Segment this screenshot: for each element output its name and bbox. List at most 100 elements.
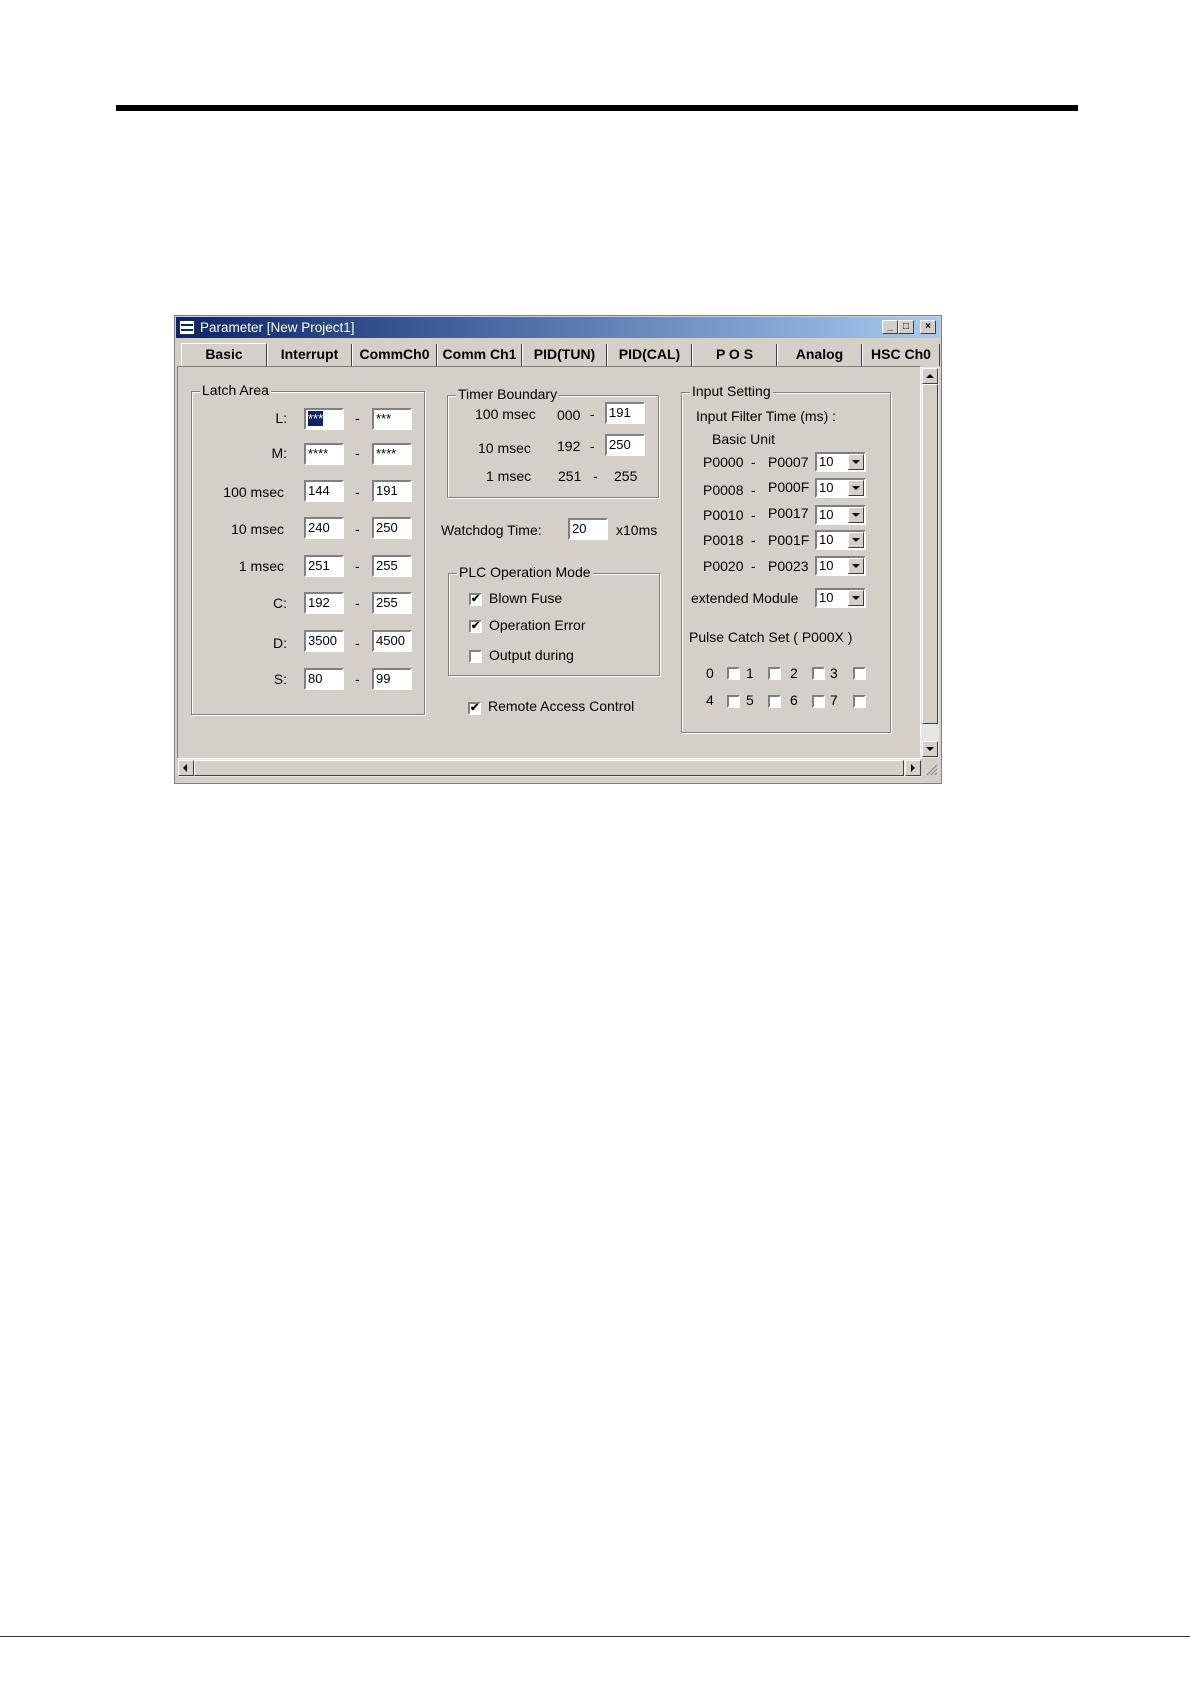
tab-analog[interactable]: Analog [777, 344, 862, 366]
tab-commch0[interactable]: CommCh0 [352, 344, 437, 366]
range-dash: - [751, 507, 756, 523]
latch-s-from[interactable]: 80 [304, 668, 344, 690]
latch-label-1msec: 1 msec [238, 558, 284, 574]
latch-100msec-from[interactable]: 144 [304, 480, 344, 502]
vertical-scroll-thumb[interactable] [922, 384, 938, 724]
filter-time-select-p0018[interactable]: 10 [815, 530, 866, 550]
output-during-checkbox[interactable] [469, 650, 482, 663]
latch-label-10msec: 10 msec [231, 521, 284, 537]
timer-100msec-end[interactable]: 191 [605, 402, 645, 424]
timer-100msec-start: 000 [557, 407, 581, 423]
app-icon[interactable] [179, 320, 195, 335]
operation-error-checkbox[interactable]: ✔ [469, 620, 482, 633]
latch-dash: - [355, 635, 360, 651]
filter-time-select-p0020[interactable]: 10 [815, 556, 866, 576]
scroll-right-button[interactable] [905, 760, 921, 776]
tab-pos[interactable]: P O S [692, 344, 777, 366]
latch-m-from[interactable]: **** [304, 443, 344, 465]
operation-error-label: Operation Error [489, 617, 586, 633]
vertical-scrollbar[interactable] [921, 367, 939, 758]
latch-l-from[interactable]: *** [304, 408, 344, 430]
watchdog-input[interactable]: 20 [568, 518, 608, 540]
latch-c-to[interactable]: 255 [372, 592, 412, 614]
scroll-down-button[interactable] [922, 741, 938, 757]
chevron-down-icon[interactable] [848, 507, 864, 523]
latch-label-m: M: [271, 445, 287, 461]
latch-m-to[interactable]: **** [372, 443, 412, 465]
scroll-left-button[interactable] [178, 760, 194, 776]
range-to: P0007 [768, 454, 809, 470]
page-top-rule [116, 105, 1078, 111]
range-from: P0008 [703, 482, 744, 498]
latch-1msec-to[interactable]: 255 [372, 555, 412, 577]
pulse-bit-0-checkbox[interactable] [727, 667, 740, 680]
scroll-up-button[interactable] [922, 368, 938, 384]
latch-10msec-from[interactable]: 240 [304, 517, 344, 539]
latch-dash: - [355, 595, 360, 611]
latch-label-s: S: [273, 671, 287, 687]
pulse-bit-label: 6 [790, 692, 798, 708]
extended-module-select[interactable]: 10 [815, 588, 866, 608]
watchdog-unit: x10ms [616, 522, 658, 538]
timer-dash: - [590, 438, 595, 454]
timer-label-1msec: 1 msec [486, 468, 532, 484]
tab-basic[interactable]: Basic [181, 343, 267, 367]
input-setting-title: Input Setting [690, 383, 773, 399]
latch-d-to[interactable]: 4500 [372, 630, 412, 652]
pulse-bit-1-checkbox[interactable] [768, 667, 781, 680]
chevron-down-icon[interactable] [848, 454, 864, 470]
basic-tab-panel: Latch Area L: *** - *** M: **** - **** 1… [177, 366, 921, 759]
tab-commch1[interactable]: Comm Ch1 [437, 344, 522, 366]
timer-10msec-end[interactable]: 250 [605, 434, 645, 456]
filter-time-select-p0008[interactable]: 10 [815, 478, 866, 498]
range-dash: - [751, 482, 756, 498]
timer-label-10msec: 10 msec [478, 440, 531, 456]
pulse-bit-5-checkbox[interactable] [768, 695, 781, 708]
filter-time-select-p0000[interactable]: 10 [815, 452, 866, 472]
timer-boundary-group: Timer Boundary 100 msec 000 - 191 10 mse… [447, 386, 659, 498]
latch-dash: - [355, 410, 360, 426]
pulse-bit-7-checkbox[interactable] [853, 695, 866, 708]
pulse-bit-3-checkbox[interactable] [853, 667, 866, 680]
filter-time-select-p0010[interactable]: 10 [815, 505, 866, 525]
remote-access-checkbox[interactable]: ✔ [468, 702, 481, 715]
pulse-bit-2-checkbox[interactable] [812, 667, 825, 680]
latch-label-100msec: 100 msec [223, 484, 284, 500]
latch-dash: - [355, 671, 360, 687]
chevron-down-icon[interactable] [848, 480, 864, 496]
remote-access-label: Remote Access Control [488, 698, 635, 714]
timer-10msec-start: 192 [557, 438, 581, 454]
chevron-down-icon[interactable] [848, 590, 864, 606]
latch-c-from[interactable]: 192 [304, 592, 344, 614]
latch-l-to[interactable]: *** [372, 408, 412, 430]
latch-dash: - [355, 484, 360, 500]
horizontal-scrollbar[interactable] [178, 759, 921, 777]
maximize-button[interactable]: □ [898, 320, 914, 334]
blown-fuse-checkbox[interactable]: ✔ [469, 593, 482, 606]
latch-100msec-to[interactable]: 191 [372, 480, 412, 502]
resize-grip-icon[interactable] [921, 759, 939, 777]
tab-interrupt[interactable]: Interrupt [267, 344, 352, 366]
tab-hsc-ch0[interactable]: HSC Ch0 [862, 344, 940, 366]
latch-area-title: Latch Area [200, 382, 271, 398]
latch-d-from[interactable]: 3500 [304, 630, 344, 652]
blown-fuse-label: Blown Fuse [489, 590, 563, 606]
range-from: P0020 [703, 558, 744, 574]
horizontal-scroll-thumb[interactable] [194, 760, 904, 776]
input-setting-group: Input Setting Input Filter Time (ms) : B… [681, 383, 891, 733]
latch-s-to[interactable]: 99 [372, 668, 412, 690]
pulse-bit-6-checkbox[interactable] [812, 695, 825, 708]
range-to: P0017 [768, 505, 809, 521]
close-button[interactable]: × [920, 320, 936, 334]
tab-pid-tun[interactable]: PID(TUN) [522, 344, 607, 366]
tab-pid-cal[interactable]: PID(CAL) [607, 344, 692, 366]
latch-label-c: C: [273, 595, 287, 611]
minimize-button[interactable]: _ [882, 320, 898, 334]
title-bar[interactable]: Parameter [New Project1] _ □ × [176, 317, 940, 338]
latch-10msec-to[interactable]: 250 [372, 517, 412, 539]
pulse-bit-4-checkbox[interactable] [727, 695, 740, 708]
latch-1msec-from[interactable]: 251 [304, 555, 344, 577]
chevron-down-icon[interactable] [848, 558, 864, 574]
timer-dash: - [590, 406, 595, 422]
chevron-down-icon[interactable] [848, 532, 864, 548]
